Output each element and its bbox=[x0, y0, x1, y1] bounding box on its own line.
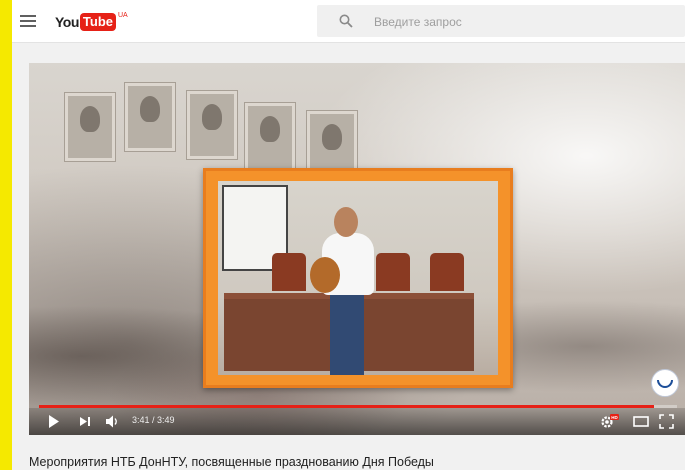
time-display: 3:41 / 3:49 bbox=[132, 415, 175, 425]
chair bbox=[430, 253, 464, 291]
volume-icon[interactable] bbox=[105, 414, 121, 429]
theater-mode-icon[interactable] bbox=[632, 414, 650, 429]
player-controls: 3:41 / 3:49 HD bbox=[29, 408, 685, 435]
search-icon[interactable] bbox=[339, 14, 353, 28]
guitar bbox=[310, 257, 340, 293]
wall-portrait bbox=[245, 103, 295, 171]
search-box bbox=[317, 5, 685, 37]
video-player[interactable]: 3:41 / 3:49 HD bbox=[29, 63, 685, 435]
next-icon[interactable] bbox=[79, 414, 91, 429]
chair bbox=[376, 253, 410, 291]
video-title: Мероприятия НТБ ДонНТУ, посвященные праз… bbox=[29, 455, 434, 469]
logo-tube-text: Tube bbox=[79, 13, 116, 31]
fullscreen-icon[interactable] bbox=[659, 414, 674, 429]
logo-you-text: You bbox=[55, 14, 79, 30]
youtube-page: You Tube UA Введите запрос 3:41 / 3:49 H… bbox=[12, 0, 685, 470]
framed-photo bbox=[203, 168, 513, 388]
chair bbox=[272, 253, 306, 291]
play-icon[interactable] bbox=[48, 414, 60, 429]
performer-photo bbox=[218, 181, 498, 375]
search-input[interactable] bbox=[372, 10, 676, 34]
settings-icon[interactable]: HD bbox=[599, 414, 619, 429]
performer-legs bbox=[330, 293, 364, 375]
hd-badge: HD bbox=[611, 415, 618, 420]
university-logo-watermark bbox=[651, 369, 679, 397]
logo-region-code: UA bbox=[118, 12, 128, 19]
performer-head bbox=[334, 207, 358, 237]
wall-portrait bbox=[65, 93, 115, 161]
menu-icon[interactable] bbox=[20, 15, 36, 27]
masthead: You Tube UA bbox=[12, 0, 685, 43]
youtube-logo[interactable]: You Tube UA bbox=[55, 12, 128, 32]
wall-portrait bbox=[125, 83, 175, 151]
wall-portrait bbox=[187, 91, 237, 159]
